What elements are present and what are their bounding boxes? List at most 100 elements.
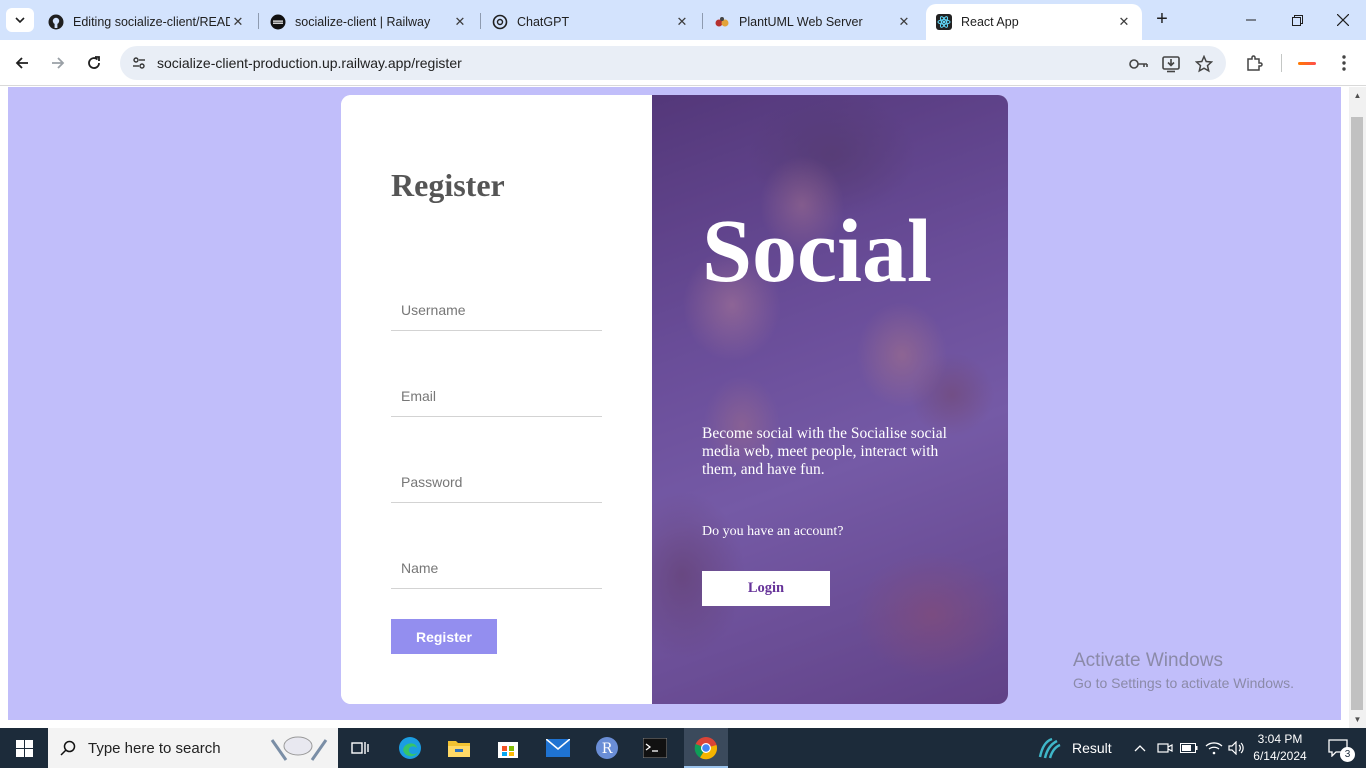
tab-title: socialize-client | Railway — [295, 15, 431, 29]
notification-count-badge: 3 — [1340, 747, 1355, 762]
search-placeholder: Type here to search — [88, 739, 221, 757]
wifi-icon — [1205, 742, 1223, 755]
tab-title: PlantUML Web Server — [739, 15, 863, 29]
username-input[interactable] — [391, 289, 602, 331]
tab-chatgpt[interactable]: ChatGPT ✕ — [482, 4, 700, 40]
close-window-button[interactable] — [1320, 0, 1366, 40]
page-background: Register Register Social Become social w… — [8, 87, 1341, 720]
tab-title: ChatGPT — [517, 15, 570, 29]
scroll-down-icon[interactable]: ▼ — [1349, 711, 1366, 727]
meet-now-button[interactable] — [1155, 728, 1175, 768]
close-icon[interactable]: ✕ — [452, 14, 468, 30]
store-icon — [498, 742, 518, 758]
file-explorer-button[interactable] — [439, 728, 479, 768]
close-icon[interactable]: ✕ — [896, 14, 912, 30]
chevron-up-icon — [1134, 745, 1146, 752]
tab-github[interactable]: Editing socialize-client/README ✕ — [38, 4, 256, 40]
more-menu-icon[interactable] — [1333, 52, 1355, 74]
address-bar[interactable]: socialize-client-production.up.railway.a… — [120, 46, 1226, 80]
back-button[interactable] — [9, 50, 35, 76]
task-view-button[interactable] — [340, 728, 380, 768]
r-app-icon: R — [596, 737, 618, 759]
close-icon[interactable]: ✕ — [230, 14, 246, 30]
tab-railway[interactable]: socialize-client | Railway ✕ — [260, 4, 478, 40]
edge-icon — [399, 737, 421, 759]
install-app-icon[interactable] — [1161, 54, 1181, 74]
network-button[interactable] — [1203, 728, 1225, 768]
store-button[interactable] — [488, 728, 528, 768]
clock-date: 6/14/2024 — [1253, 749, 1307, 763]
account-question: Do you have an account? — [702, 524, 844, 539]
tab-search-button[interactable] — [6, 8, 34, 32]
weather-text: Result — [1072, 740, 1112, 756]
system-clock[interactable]: 3:04 PM 6/14/2024 — [1248, 731, 1312, 765]
taskbar-search[interactable]: Type here to search — [48, 728, 338, 768]
weather-widget[interactable]: Result — [1036, 728, 1116, 768]
svg-text:R: R — [602, 741, 613, 757]
promo-description: Become social with the Socialise social … — [702, 425, 947, 478]
r-app-button[interactable]: R — [587, 728, 627, 768]
weather-icon — [1038, 737, 1061, 759]
tab-plantuml[interactable]: PlantUML Web Server ✕ — [704, 4, 922, 40]
tab-title: React App — [961, 15, 1019, 29]
chatgpt-icon — [492, 14, 508, 30]
register-form: Register Register — [341, 95, 652, 704]
edge-button[interactable] — [390, 728, 430, 768]
bookmark-star-icon[interactable] — [1194, 54, 1214, 74]
close-icon[interactable]: ✕ — [1116, 14, 1132, 30]
scrollbar-thumb[interactable] — [1351, 117, 1363, 710]
github-icon — [48, 14, 64, 30]
new-tab-button[interactable]: + — [1151, 9, 1173, 31]
chrome-button[interactable] — [684, 728, 728, 768]
mail-button[interactable] — [538, 728, 578, 768]
url-text[interactable]: socialize-client-production.up.railway.a… — [157, 55, 462, 71]
camera-icon — [1157, 743, 1173, 753]
battery-icon — [1180, 743, 1198, 753]
page-scrollbar[interactable]: ▲ ▼ — [1349, 87, 1366, 728]
watermark-title: Activate Windows — [1073, 650, 1223, 671]
battery-button[interactable] — [1179, 728, 1199, 768]
chevron-down-icon — [15, 17, 25, 24]
search-icon — [48, 740, 88, 756]
tab-react-app[interactable]: React App ✕ — [926, 4, 1142, 40]
name-input[interactable] — [391, 547, 602, 589]
close-icon[interactable]: ✕ — [674, 14, 690, 30]
tab-divider — [480, 13, 481, 29]
site-settings-icon[interactable] — [130, 54, 148, 72]
register-card: Register Register Social Become social w… — [341, 95, 1008, 704]
windows-taskbar: Type here to search R Result 3:04 PM 6/1… — [0, 728, 1366, 768]
start-button[interactable] — [0, 728, 48, 768]
extensions-puzzle-icon[interactable] — [1243, 52, 1265, 74]
tab-title: Editing socialize-client/README — [73, 15, 230, 29]
notifications-button[interactable]: 3 — [1318, 728, 1358, 768]
password-input[interactable] — [391, 461, 602, 503]
email-input[interactable] — [391, 375, 602, 417]
scroll-up-icon[interactable]: ▲ — [1349, 87, 1366, 103]
speaker-icon — [1228, 741, 1244, 755]
password-key-icon[interactable] — [1129, 54, 1149, 74]
react-icon — [936, 14, 952, 30]
restore-button[interactable] — [1274, 0, 1320, 40]
forward-button[interactable] — [45, 50, 71, 76]
arrow-right-icon — [52, 57, 65, 69]
search-highlight-icon — [268, 734, 330, 762]
tab-divider — [702, 13, 703, 29]
plantuml-icon — [714, 14, 730, 30]
login-button[interactable]: Login — [702, 571, 830, 606]
show-hidden-icons-button[interactable] — [1130, 728, 1150, 768]
chrome-icon — [694, 737, 718, 760]
reload-button[interactable] — [81, 50, 107, 76]
clock-time: 3:04 PM — [1257, 732, 1303, 746]
register-button[interactable]: Register — [391, 619, 497, 654]
profile-avatar[interactable] — [1296, 52, 1318, 74]
terminal-button[interactable] — [635, 728, 675, 768]
railway-icon — [270, 14, 286, 30]
volume-button[interactable] — [1227, 728, 1247, 768]
browser-toolbar: socialize-client-production.up.railway.a… — [0, 40, 1366, 86]
task-view-icon — [351, 742, 369, 754]
windows-logo-icon — [15, 739, 33, 757]
minimize-button[interactable] — [1228, 0, 1274, 40]
close-icon — [1337, 14, 1349, 26]
register-title: Register — [391, 167, 505, 203]
tab-divider — [258, 13, 259, 29]
